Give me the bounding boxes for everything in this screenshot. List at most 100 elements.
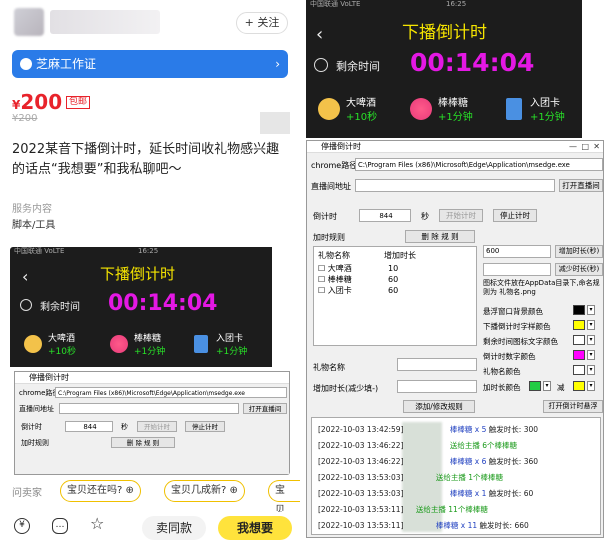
clock-icon (20, 299, 32, 311)
start-timer-button[interactable]: 开始计时 (439, 209, 483, 222)
want-button[interactable]: 我想要 (218, 516, 292, 540)
seconds-label: 秒 (121, 423, 128, 431)
decrease-time-button[interactable]: 减少时长(秒) (555, 263, 603, 276)
chrome-path-input[interactable]: C:\Program Files (x86)\Microsoft\Edge\Ap… (355, 158, 603, 171)
color-swatch[interactable] (573, 350, 585, 360)
dropdown-icon[interactable]: ▾ (587, 365, 595, 375)
rules-label: 加时规则 (313, 233, 345, 242)
status-time: 16:25 (138, 247, 159, 255)
rule-add-value: 60 (388, 286, 399, 295)
listing-description: 2022某音下播倒计时，延长时间收礼物感兴趣的话点“我想要”和我私聊吧～ (12, 142, 280, 177)
close-icon[interactable]: ✕ (593, 141, 600, 153)
listing-screenshot[interactable]: 中国联通 VoLTE 16:25 ‹ 下播倒计时 剩余时间 00:14:04 大… (10, 247, 290, 475)
lollipop-icon (110, 335, 128, 353)
list-item: [2022-10-03 13:53:11] 棒棒糖 x 11 触发时长: 660 (318, 521, 529, 530)
delete-rule-button[interactable]: 删 除 规 则 (111, 437, 175, 448)
color-swatch[interactable] (573, 320, 585, 330)
gift-bonus: +10秒 (346, 112, 378, 123)
gift-name-input[interactable] (397, 358, 477, 371)
color-label: 悬浮窗口背景颜色 (483, 307, 543, 316)
chevron-right-icon: › (275, 57, 280, 71)
minus-label: 减 (557, 383, 565, 392)
service-label: 服务内容 (12, 204, 52, 215)
rules-label: 加时规则 (21, 439, 49, 447)
quick-question-chip[interactable]: 宝贝几成新? ⊕ (164, 480, 245, 502)
sell-same-button[interactable]: 卖同款 (142, 516, 206, 540)
countdown-time: 00:14:04 (410, 48, 535, 77)
open-timer-button[interactable]: 打开倒计时悬浮 (543, 400, 603, 413)
color-swatch[interactable] (573, 365, 585, 375)
timer-title: 下播倒计时 (100, 265, 176, 283)
chrome-label: chrome路径 (311, 161, 358, 170)
status-time: 16:25 (446, 0, 467, 8)
listing-panel: + 关注 芝麻工作证 › ¥200 包邮 ¥200 2022某音下播倒计时，延长… (0, 0, 300, 540)
table-row[interactable]: ☐ 大啤酒 (318, 263, 352, 274)
table-row[interactable]: ☐ 棒棒糖 (318, 274, 352, 285)
rules-table[interactable]: 礼物名称 增加时长 ☐ 大啤酒 10 ☐ 棒棒糖 60 ☐ 入团卡 60 (313, 246, 477, 346)
countdown-label: 倒计时 (21, 423, 42, 431)
stop-timer-button[interactable]: 停止计时 (493, 209, 537, 222)
seller-avatar[interactable] (14, 8, 44, 36)
gift-name: 棒棒糖 (438, 98, 468, 109)
increase-time-button[interactable]: 增加时长(秒) (555, 245, 603, 258)
yen-icon[interactable]: ¥ (14, 518, 30, 534)
countdown-time: 00:14:04 (108, 291, 218, 316)
dropdown-icon[interactable]: ▾ (587, 381, 595, 391)
dropdown-icon[interactable]: ▾ (543, 381, 551, 391)
beer-icon (24, 335, 42, 353)
color-swatch[interactable] (529, 381, 541, 391)
open-live-button[interactable]: 打开直播间 (559, 179, 603, 192)
free-shipping-badge: 包邮 (66, 96, 91, 109)
live-url-input[interactable] (59, 403, 239, 414)
dropdown-icon[interactable]: ▾ (587, 320, 595, 330)
price: ¥200 (12, 90, 62, 114)
live-url-label: 直播间地址 (19, 405, 54, 413)
addtime-color-label: 加时长颜色 (483, 383, 521, 392)
color-swatch[interactable] (573, 381, 585, 391)
color-swatch[interactable] (573, 335, 585, 345)
open-live-button[interactable]: 打开直播间 (243, 403, 287, 414)
start-timer-button[interactable]: 开始计时 (137, 421, 177, 432)
add-duration-input[interactable] (397, 380, 477, 393)
list-item: [2022-10-03 13:53:11] 送给主播 11个棒棒糖 (318, 505, 488, 514)
follow-button[interactable]: + 关注 (236, 12, 288, 34)
app-screenshot: 中国联通 VoLTE 16:25 ‹ 下播倒计时 剩余时间 00:14:04 大… (304, 0, 606, 540)
countdown-input[interactable]: 844 (359, 209, 411, 222)
gift-bonus: +10秒 (48, 347, 76, 357)
quick-question-chip[interactable]: 宝贝 (268, 480, 300, 516)
timer-window: 中国联通 VoLTE 16:25 ‹ 下播倒计时 剩余时间 00:14:04 大… (306, 0, 582, 138)
gift-bonus: +1分钟 (438, 112, 473, 123)
window-title: 停播倒计时 (29, 373, 69, 382)
star-icon[interactable]: ☆ (90, 514, 104, 533)
seconds-label: 秒 (421, 212, 429, 221)
gift-name: 入团卡 (530, 98, 560, 109)
chat-icon[interactable]: … (52, 518, 68, 534)
minimize-icon[interactable]: — (569, 141, 577, 153)
card-icon (506, 98, 522, 120)
dropdown-icon[interactable]: ▾ (587, 350, 595, 360)
delete-rule-button[interactable]: 删 除 规 则 (405, 230, 475, 243)
live-url-input[interactable] (355, 179, 555, 192)
zhima-work-badge[interactable]: 芝麻工作证 › (12, 50, 288, 78)
countdown-input[interactable]: 844 (65, 421, 113, 432)
list-item: [2022-10-03 13:53:03] 送给主播 1个棒棒糖 (318, 473, 504, 482)
decrease-value-input[interactable] (483, 263, 551, 276)
countdown-label: 倒计时 (313, 212, 337, 221)
stop-timer-button[interactable]: 停止计时 (185, 421, 225, 432)
add-duration-label: 增加时长(减少填-) (313, 384, 379, 393)
dropdown-icon[interactable]: ▾ (587, 305, 595, 315)
gift-name: 大啤酒 (346, 98, 376, 109)
add-rule-button[interactable]: 添加/修改规则 (403, 400, 475, 413)
dropdown-icon[interactable]: ▾ (587, 335, 595, 345)
increase-value-input[interactable]: 600 (483, 245, 551, 258)
list-item: [2022-10-03 13:46:22] 送给主播 6个棒棒糖 (318, 441, 518, 450)
color-label: 倒计时数字颜色 (483, 352, 536, 361)
color-label: 剩余时间图标文字颜色 (483, 337, 558, 346)
chrome-path-input[interactable]: C:\Program Files (x86)\Microsoft\Edge\Ap… (55, 387, 287, 398)
log-output[interactable]: [2022-10-03 13:42:59] 棒棒糖 x 5 触发时长: 300 … (311, 417, 601, 535)
table-row[interactable]: ☐ 入团卡 (318, 285, 352, 296)
back-icon[interactable]: ‹ (316, 24, 323, 45)
maximize-icon[interactable]: □ (581, 141, 589, 153)
quick-question-chip[interactable]: 宝贝还在吗? ⊕ (60, 480, 141, 502)
color-swatch[interactable] (573, 305, 585, 315)
